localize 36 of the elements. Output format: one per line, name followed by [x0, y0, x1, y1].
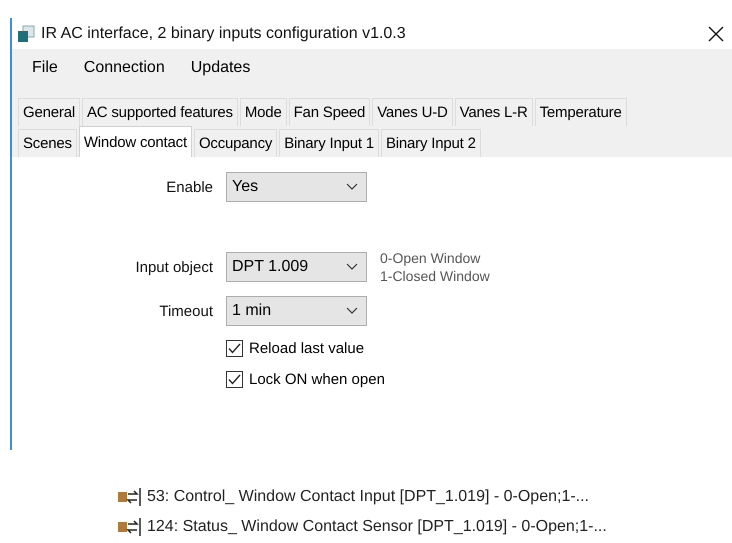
close-icon[interactable]: [708, 26, 724, 42]
field-label: Enable: [165, 178, 213, 196]
object-link-icon: [118, 517, 142, 537]
app-icon: [17, 24, 35, 42]
window-title: IR AC interface, 2 binary inputs configuration v1.0.3: [41, 24, 407, 42]
chevron-down-icon: [346, 263, 358, 271]
tab[interactable]: Binary Input 1: [279, 129, 379, 157]
tab[interactable]: Mode: [240, 98, 287, 126]
tab[interactable]: Binary Input 2: [380, 129, 481, 157]
tab[interactable]: AC supported features: [82, 98, 238, 126]
field-label: Input object: [134, 258, 213, 276]
tab[interactable]: Vanes U-D: [372, 98, 453, 126]
tab[interactable]: General: [18, 98, 80, 126]
chevron-down-icon: [346, 307, 358, 315]
dropdown[interactable]: DPT 1.009: [226, 252, 367, 282]
tab[interactable]: Fan Speed: [288, 98, 370, 126]
checkbox[interactable]: [226, 340, 243, 357]
tab[interactable]: Scenes: [18, 129, 77, 157]
menu-item[interactable]: Updates: [190, 57, 262, 79]
checkbox-label: Lock ON when open: [249, 371, 385, 388]
tab[interactable]: Vanes L-R: [454, 98, 533, 126]
chevron-down-icon: [346, 183, 358, 191]
dropdown[interactable]: Yes: [226, 172, 367, 202]
checkbox[interactable]: [226, 371, 243, 388]
tab[interactable]: Temperature: [534, 98, 627, 126]
group-object[interactable]: 53: Control_ Window Contact Input [DPT_1.019] - 0-Open;1-...: [147, 488, 589, 506]
tab[interactable]: Window contact: [78, 126, 192, 157]
field-label: Timeout: [158, 302, 213, 320]
dropdown[interactable]: 1 min: [226, 296, 367, 326]
tab[interactable]: Occupancy: [194, 129, 278, 157]
checkbox-label: Reload last value: [249, 340, 364, 357]
menu-item[interactable]: Connection: [84, 57, 177, 79]
menu-item[interactable]: File: [32, 57, 70, 79]
hint-text: 0-Open Window 1-Closed Window: [380, 249, 491, 285]
group-object[interactable]: 124: Status_ Window Contact Sensor [DPT_1.019] - 0-Open;1-...: [147, 518, 607, 536]
object-link-icon: [118, 487, 142, 507]
